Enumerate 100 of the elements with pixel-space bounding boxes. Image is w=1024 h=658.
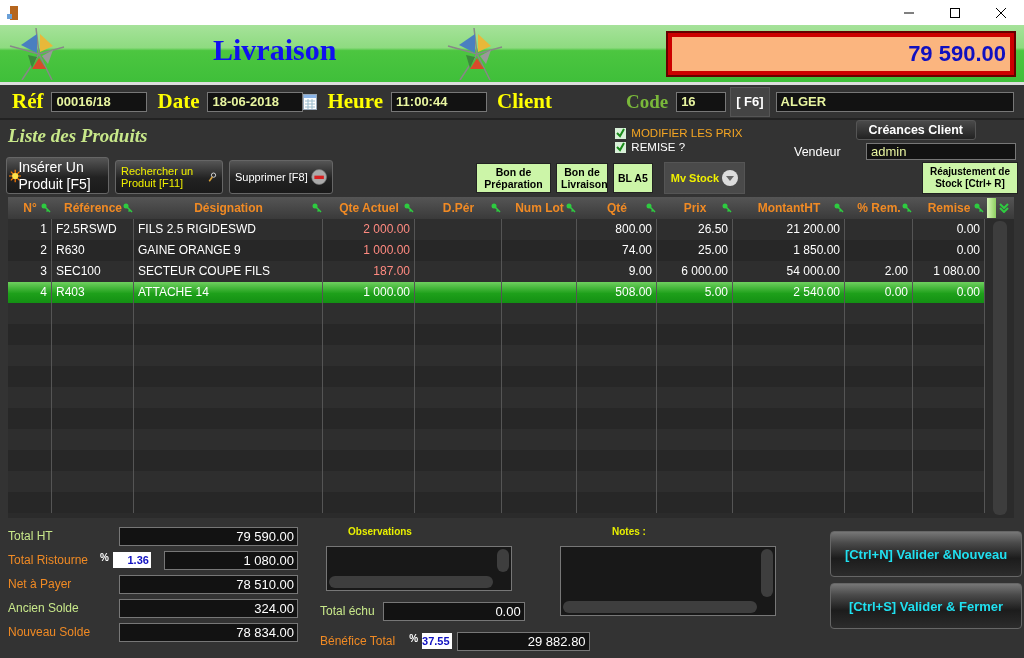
checkbox-label: MODIFIER LES PRIX <box>631 127 743 139</box>
stock-menu-button[interactable]: Mv Stock <box>663 162 746 194</box>
action-button[interactable]: Rechercher un Produit [F11] <box>115 160 223 194</box>
print-button[interactable]: Bon de Livraison <box>556 163 608 193</box>
validate-button[interactable]: [Ctrl+N] Valider &Nouveau <box>830 531 1022 577</box>
table-cell: 0.00 <box>956 285 980 299</box>
print-button[interactable]: Bon de Préparation <box>476 163 551 193</box>
column-header[interactable]: Remise <box>913 197 985 219</box>
creances-button[interactable]: Créances Client <box>855 120 976 140</box>
observations-field[interactable] <box>326 546 512 591</box>
field-label: Vendeur <box>794 144 841 159</box>
double-chevron-icon[interactable] <box>999 203 1009 213</box>
table-cell: 508.00 <box>615 285 652 299</box>
column-header[interactable]: Qté <box>577 197 657 219</box>
table-cell: 0.00 <box>956 222 980 236</box>
total-label: Net à Payer <box>8 577 73 591</box>
key-icon <box>646 203 656 213</box>
section-title: Liste des Produits <box>8 125 148 147</box>
total-label: Total Ristourne <box>8 553 90 567</box>
table-cell: 3 <box>40 264 47 278</box>
table-cell: 2 540.00 <box>793 285 840 299</box>
lookup-button[interactable]: [ F6] <box>730 86 770 117</box>
field-label: Date <box>157 89 200 114</box>
amount-field: 78 510.00 <box>119 574 298 594</box>
table-cell: 25.00 <box>697 243 728 257</box>
action-button[interactable]: Supprimer [F8] <box>229 160 333 194</box>
total-display: 79 590.00 <box>668 32 1014 75</box>
percent-field[interactable]: 1.36 <box>112 552 151 568</box>
column-header[interactable]: Qte Actuel <box>323 197 415 219</box>
column-header[interactable]: Prix <box>657 197 733 219</box>
table-row[interactable]: 2 R630 GAINE ORANGE 9 1 000.00 74.00 25.00 1 850.00 0.00 <box>8 240 985 261</box>
key-icon <box>974 203 984 213</box>
table-cell: 54 000.00 <box>786 264 840 278</box>
notes-label: Notes : <box>612 526 647 539</box>
code-field[interactable]: 16 <box>676 91 727 112</box>
field-label: Code <box>625 90 669 113</box>
text-field[interactable]: 00016/18 <box>51 91 148 112</box>
table-cell: GAINE ORANGE 9 <box>138 243 241 257</box>
total-label: Ancien Solde <box>8 601 80 615</box>
notes-field[interactable] <box>560 546 776 616</box>
key-icon <box>902 203 912 213</box>
table-cell: ATTACHE 14 <box>138 285 209 299</box>
table-cell: 9.00 <box>628 264 652 278</box>
text-field[interactable]: 11:00:44 <box>391 91 488 112</box>
calendar-icon[interactable] <box>303 93 318 110</box>
app-icon <box>7 4 19 21</box>
key-icon <box>722 203 732 213</box>
table-row[interactable]: 4 R403 ATTACHE 14 1 000.00 508.00 5.00 2 540.00 0.00 0.00 <box>8 282 985 303</box>
client-name-field[interactable]: ALGER <box>775 91 1014 112</box>
print-button[interactable]: BL A5 <box>613 163 653 193</box>
amount-field: 1 080.00 <box>164 550 298 570</box>
table-cell: 5.00 <box>704 285 728 299</box>
table-cell: 1 850.00 <box>793 243 840 257</box>
amount-field: 29 882.80 <box>456 631 590 651</box>
amount-field: 0.00 <box>382 601 525 621</box>
maximize-icon[interactable] <box>950 7 960 18</box>
table-cell: 2 <box>40 243 47 257</box>
checkbox[interactable] <box>615 127 627 139</box>
table-cell: 1 <box>40 222 47 236</box>
amount-field: 79 590.00 <box>119 526 298 546</box>
table-cell: SECTEUR COUPE FILS <box>138 264 271 278</box>
column-header[interactable]: N° <box>8 197 52 219</box>
field-label: Client <box>497 89 552 114</box>
key-icon <box>41 203 51 213</box>
field-label: Heure <box>327 89 384 114</box>
table-cell: FILS 2.5 RIGIDESWD <box>138 222 257 236</box>
key-icon <box>404 203 414 213</box>
amount-field: 78 834.00 <box>119 622 298 642</box>
scroll-handle[interactable] <box>987 198 996 218</box>
field-label: Réf <box>12 89 44 114</box>
table-cell: 1 000.00 <box>363 285 410 299</box>
action-button[interactable]: Insérer Un Produit [F5] <box>6 157 109 194</box>
table-cell: F2.5RSWD <box>56 222 117 236</box>
key-icon <box>491 203 501 213</box>
total-label: Bénéfice Total <box>320 634 396 648</box>
table-cell: 800.00 <box>615 222 652 236</box>
total-label: Nouveau Solde <box>8 625 92 639</box>
observations-label: Observations <box>348 526 413 539</box>
adjust-stock-button[interactable]: Réajustement de Stock [Ctrl+ R] <box>922 162 1018 194</box>
vendeur-field[interactable]: admin <box>866 143 1016 160</box>
table-cell: 187.00 <box>373 264 410 278</box>
validate-button[interactable]: [Ctrl+S] Valider & Fermer <box>830 583 1022 629</box>
amount-field: 324.00 <box>119 598 298 618</box>
checkbox[interactable] <box>615 141 627 153</box>
key-icon <box>834 203 844 213</box>
table-cell: 6 000.00 <box>681 264 728 278</box>
column-header[interactable]: Num Lot <box>502 197 577 219</box>
total-label: Total échu <box>320 604 375 618</box>
window-title: Livraison <box>213 32 337 67</box>
column-header[interactable]: % Rem. <box>845 197 913 219</box>
close-icon[interactable] <box>996 7 1006 18</box>
percent-field[interactable]: 37.55 <box>422 633 452 649</box>
table-cell: SEC100 <box>56 264 101 278</box>
column-header[interactable]: MontantHT <box>733 197 845 219</box>
column-header[interactable]: Référence <box>52 197 134 219</box>
total-label: Total HT <box>8 529 54 543</box>
date-field[interactable]: 18-06-2018 <box>207 91 304 112</box>
column-header[interactable]: D.Pér <box>415 197 502 219</box>
column-header[interactable]: Désignation <box>134 197 323 219</box>
table-cell: 2.00 <box>884 264 908 278</box>
